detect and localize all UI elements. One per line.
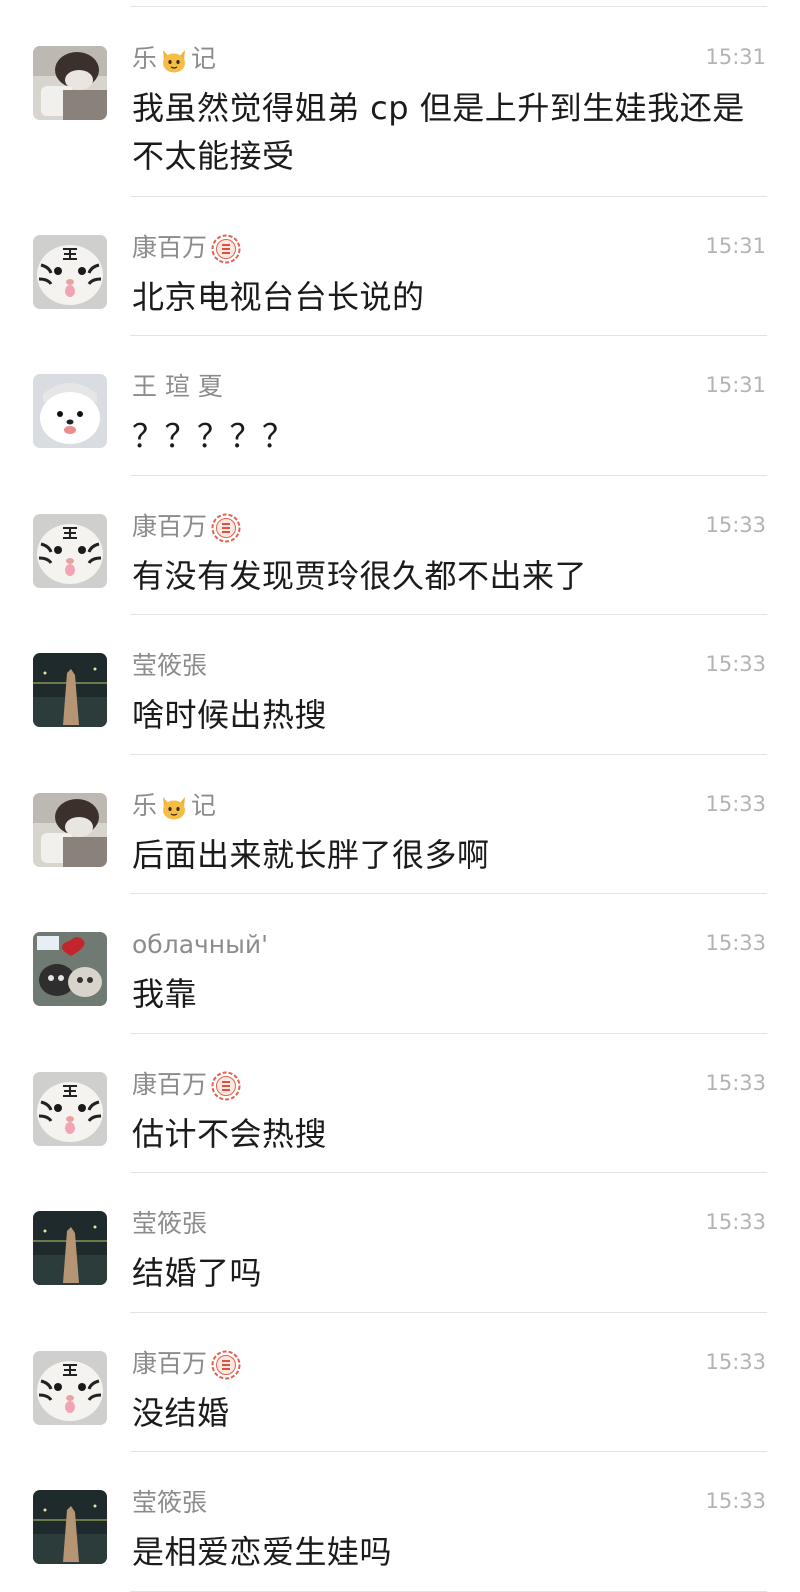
sender-name-text: 莹筱張: [132, 1488, 208, 1517]
sender-name[interactable]: 莹筱張: [132, 649, 207, 683]
cat-face-icon: [160, 793, 188, 821]
message-text: 结婚了吗: [132, 1254, 263, 1292]
avatar[interactable]: [33, 514, 107, 588]
divider: [130, 6, 767, 7]
message-text: ？？？？？: [132, 417, 295, 455]
message-row[interactable]: 康百万 15:33 估计不会热搜: [0, 1034, 800, 1173]
message-row[interactable]: 康百万 15:31 北京电视台台长说的: [0, 197, 800, 336]
message-row[interactable]: 王 瑄 夏 15:31 ？？？？？: [0, 336, 800, 476]
message-text: 啥时候出热搜: [132, 696, 328, 734]
avatar[interactable]: [33, 653, 107, 727]
message-row[interactable]: 乐 记 15:31 我虽然觉得姐弟 cp 但是上升到生娃我还是不太能接受: [0, 8, 800, 197]
avatar[interactable]: [33, 374, 107, 448]
message-text: 估计不会热搜: [132, 1115, 328, 1153]
sender-name-text: 乐: [132, 44, 158, 73]
avatar[interactable]: [33, 932, 107, 1006]
message-text: 有没有发现贾玲很久都不出来了: [132, 557, 588, 595]
sender-name[interactable]: 乐 记: [132, 789, 216, 823]
sender-name[interactable]: 莹筱張: [132, 1486, 207, 1520]
message-time: 15:33: [705, 652, 766, 676]
message-time: 15:33: [705, 792, 766, 816]
message-time: 15:33: [705, 1489, 766, 1513]
sender-name[interactable]: облачный': [132, 928, 268, 962]
sender-name-text: 康百万: [132, 512, 208, 541]
sender-name-text: 康百万: [132, 1349, 208, 1378]
sender-name-text: 王 瑄 夏: [132, 372, 223, 401]
sender-name-text: 康百万: [132, 1070, 208, 1099]
message-time: 15:33: [705, 1210, 766, 1234]
red-seal-icon: [210, 1070, 242, 1102]
sender-name[interactable]: 莹筱張: [132, 1207, 207, 1241]
message-time: 15:33: [705, 931, 766, 955]
sender-name[interactable]: 康百万: [132, 1068, 242, 1102]
message-row[interactable]: 康百万 15:33 有没有发现贾玲很久都不出来了: [0, 476, 800, 615]
message-row[interactable]: 莹筱張 15:33 啥时候出热搜: [0, 615, 800, 755]
message-time: 15:31: [705, 373, 766, 397]
red-seal-icon: [210, 512, 242, 544]
message-time: 15:33: [705, 1350, 766, 1374]
cat-face-icon: [160, 46, 188, 74]
avatar[interactable]: [33, 1072, 107, 1146]
avatar[interactable]: [33, 793, 107, 867]
message-row[interactable]: облачный' 15:33 我靠: [0, 894, 800, 1034]
sender-name-text: 莹筱張: [132, 651, 208, 680]
message-text: 北京电视台台长说的: [132, 278, 425, 316]
sender-name-text: 莹筱張: [132, 1209, 208, 1238]
sender-name[interactable]: 康百万: [132, 1347, 242, 1381]
avatar[interactable]: [33, 1351, 107, 1425]
message-text: 我虽然觉得姐弟 cp 但是上升到生娃我还是不太能接受: [132, 89, 745, 175]
avatar[interactable]: [33, 235, 107, 309]
chat-message-list: 乐 记 15:31 我虽然觉得姐弟 cp 但是上升到生娃我还是不太能接受 康百万 1…: [0, 0, 800, 1592]
message-text: 我靠: [132, 975, 198, 1013]
red-seal-icon: [210, 1349, 242, 1381]
message-time: 15:31: [705, 45, 766, 69]
message-text: 后面出来就长胖了很多啊: [132, 836, 490, 874]
sender-name[interactable]: 乐 记: [132, 42, 216, 76]
message-time: 15:33: [705, 513, 766, 537]
sender-name-text: 康百万: [132, 233, 208, 262]
red-seal-icon: [210, 233, 242, 265]
sender-name-suffix: 记: [191, 791, 217, 820]
avatar[interactable]: [33, 1211, 107, 1285]
sender-name-suffix: 记: [191, 44, 217, 73]
message-row[interactable]: 乐 记 15:33 后面出来就长胖了很多啊: [0, 755, 800, 894]
sender-name[interactable]: 王 瑄 夏: [132, 370, 223, 404]
message-row[interactable]: 康百万 15:33 没结婚: [0, 1313, 800, 1452]
message-row[interactable]: 莹筱張 15:33 结婚了吗: [0, 1173, 800, 1313]
sender-name[interactable]: 康百万: [132, 510, 242, 544]
message-text: 是相爱恋爱生娃吗: [132, 1533, 393, 1571]
message-text: 没结婚: [132, 1394, 230, 1432]
sender-name-text: облачный': [132, 930, 268, 959]
message-row[interactable]: 莹筱張 15:33 是相爱恋爱生娃吗: [0, 1452, 800, 1592]
sender-name[interactable]: 康百万: [132, 231, 242, 265]
avatar[interactable]: [33, 1490, 107, 1564]
sender-name-text: 乐: [132, 791, 158, 820]
message-time: 15:31: [705, 234, 766, 258]
message-time: 15:33: [705, 1071, 766, 1095]
avatar[interactable]: [33, 46, 107, 120]
